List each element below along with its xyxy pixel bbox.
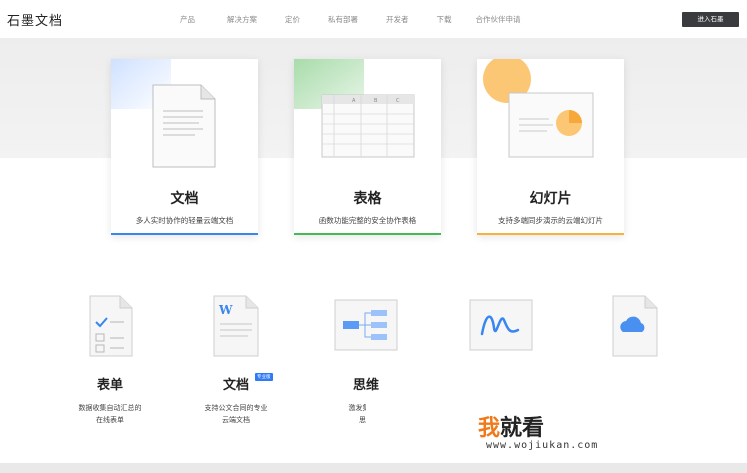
product-card-slides[interactable]: 幻灯片 支持多端同步演示的云端幻灯片 [477, 59, 624, 235]
product-card-sheets[interactable]: A B C 表格 函数功能完整的安全协作表格 [294, 59, 441, 235]
enter-app-button[interactable]: 进入石墨 [682, 12, 739, 27]
tool-title-pro-docs: 文档 [222, 378, 249, 393]
watermark-url: www.wojiukan.com [486, 440, 599, 451]
nav-item-private-deploy[interactable]: 私有部署 [328, 14, 358, 25]
card-accent-bar [294, 233, 441, 235]
top-navbar: 石墨文档 产品 解决方案 定价 私有部署 开发者 下载 合作伙伴申请 进入石墨 [0, 0, 747, 38]
tool-desc-line: 数据收集自动汇总的 [78, 404, 142, 412]
nav-item-download[interactable]: 下载 [437, 14, 452, 25]
card-desc-sheets: 函数功能完整的安全协作表格 [318, 216, 417, 225]
mindmap-icon [334, 299, 398, 351]
card-desc-slides: 支持多端同步演示的云端幻灯片 [498, 216, 603, 225]
nav-item-developers[interactable]: 开发者 [386, 14, 409, 25]
nav-links: 产品 解决方案 定价 私有部署 开发者 下载 合作伙伴申请 [170, 14, 521, 25]
tool-desc-line: 支持公文合同的专业 [204, 404, 268, 412]
tool-desc-forms: 数据收集自动汇总的 在线表单 [55, 402, 165, 426]
tool-title-mindmap: 思维 [352, 378, 379, 393]
card-title-docs: 文档 [170, 191, 199, 207]
nav-item-partners[interactable]: 合作伙伴申请 [476, 14, 521, 25]
tool-desc-pro-docs: 支持公文合同的专业 云端文档 [181, 402, 291, 426]
card-accent-bar [477, 233, 624, 235]
watermark-brand-a: 我 [478, 416, 501, 441]
slides-illustration [483, 59, 594, 158]
nav-item-pricing[interactable]: 定价 [285, 14, 300, 25]
tool-title-forms: 表单 [96, 378, 123, 393]
cloud-icon [612, 295, 658, 357]
tool-desc-line: 在线表单 [96, 416, 124, 424]
watermark-brand-b: 就看 [500, 416, 545, 441]
svg-text:B: B [374, 98, 378, 104]
spreadsheet-illustration: A B C [294, 59, 415, 158]
document-illustration [111, 59, 216, 168]
watermark-overlay: 我就看 www.wojiukan.com [366, 398, 747, 463]
svg-text:C: C [396, 98, 400, 104]
tool-pro-docs[interactable]: W 文档 专业版 支持公文合同的专业 云端文档 [181, 290, 291, 430]
tool-desc-line: 云端文档 [222, 416, 250, 424]
bottom-strip [0, 463, 747, 473]
word-doc-icon: W [213, 295, 259, 357]
watermark-brand: 我就看 [478, 410, 544, 442]
card-desc-docs: 多人实时协作的轻量云端文档 [135, 216, 234, 225]
nav-item-solutions[interactable]: 解决方案 [227, 14, 257, 25]
whiteboard-icon [469, 299, 533, 351]
nav-item-products[interactable]: 产品 [180, 14, 195, 25]
form-icon [89, 295, 133, 357]
card-title-sheets: 表格 [353, 191, 382, 207]
svg-text:A: A [352, 98, 356, 104]
card-title-slides: 幻灯片 [529, 191, 572, 207]
logo[interactable]: 石墨文档 [7, 10, 63, 29]
card-accent-bar [111, 233, 258, 235]
tool-forms[interactable]: 表单 数据收集自动汇总的 在线表单 [55, 290, 165, 430]
product-card-docs[interactable]: 文档 多人实时协作的轻量云端文档 [111, 59, 258, 235]
svg-text:W: W [218, 303, 233, 317]
pro-badge: 专业版 [255, 373, 273, 381]
